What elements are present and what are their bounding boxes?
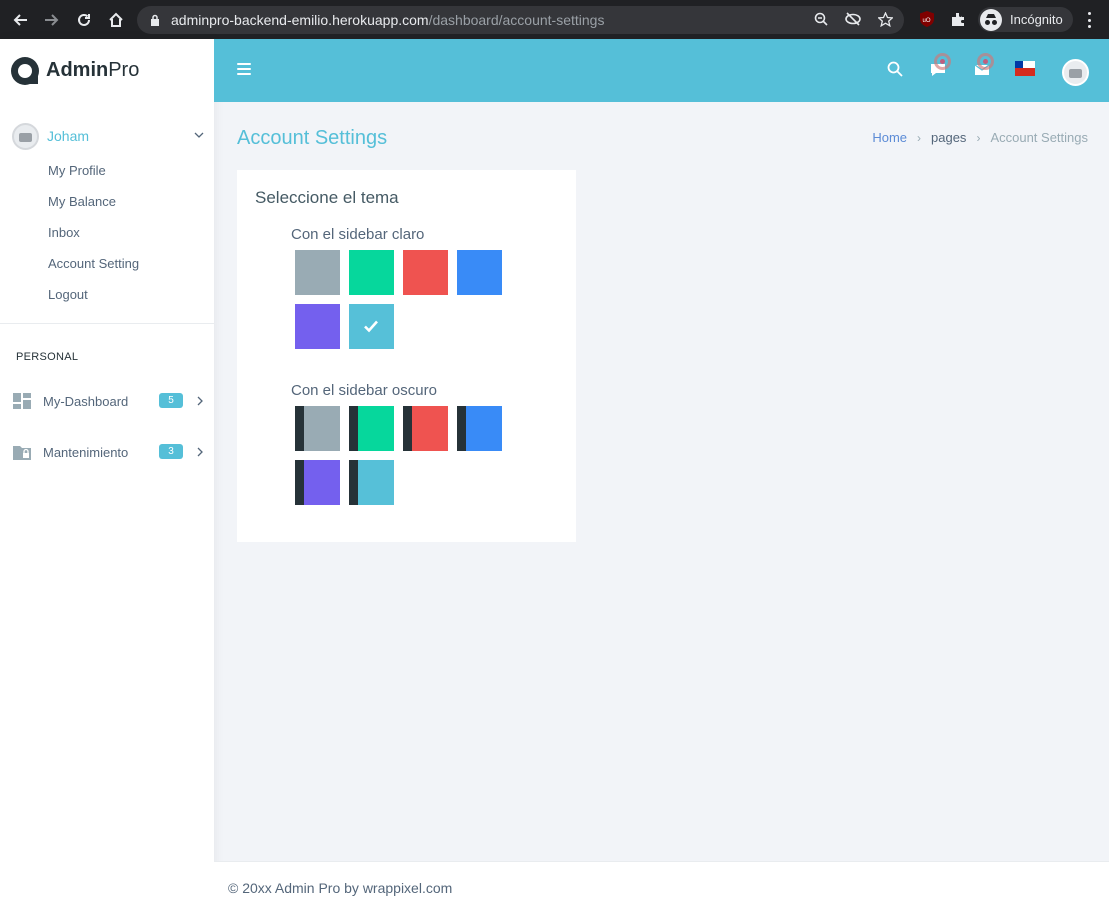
sidebar-item-badge: 3 — [159, 444, 183, 459]
theme-swatch-default-dark[interactable] — [295, 406, 340, 451]
sidebar-item-label: Mantenimiento — [43, 444, 129, 460]
sidebar-item-label: My-Dashboard — [43, 393, 129, 409]
dark-sidebar-stripe — [349, 406, 358, 451]
star-icon[interactable] — [876, 10, 894, 28]
url-text: adminpro-backend-emilio.herokuapp.com/da… — [171, 12, 605, 28]
user-menu: My Profile My Balance Inbox Account Sett… — [48, 163, 139, 318]
menu-icon[interactable] — [237, 63, 251, 75]
browser-menu-icon[interactable] — [1083, 10, 1095, 30]
avatar[interactable] — [1062, 59, 1089, 86]
chevron-right-icon — [197, 447, 203, 457]
theme-swatch-green[interactable] — [349, 250, 394, 295]
logo-icon — [11, 56, 39, 85]
theme-swatch-megna-dark[interactable] — [349, 460, 394, 505]
check-icon — [364, 320, 378, 333]
dashboard-icon — [13, 393, 31, 409]
chile-flag-icon[interactable] — [1015, 61, 1035, 76]
notification-indicator — [977, 53, 994, 70]
sidebar: AdminPro Joham My Profile My Balance Inb… — [0, 39, 214, 912]
theme-swatch-purple[interactable] — [295, 304, 340, 349]
chevron-right-icon: › — [976, 130, 981, 145]
user-menu-inbox[interactable]: Inbox — [48, 225, 139, 256]
theme-swatch-red[interactable] — [403, 250, 448, 295]
theme-swatch-green-dark[interactable] — [349, 406, 394, 451]
theme-swatch-blue-dark[interactable] — [457, 406, 502, 451]
theme-swatch-megna[interactable] — [349, 304, 394, 349]
reload-icon[interactable] — [72, 8, 96, 32]
sidebar-item-my-dashboard[interactable]: My-Dashboard 5 — [12, 389, 204, 413]
theme-swatch-red-dark[interactable] — [403, 406, 448, 451]
user-menu-account-setting[interactable]: Account Setting — [48, 256, 139, 287]
incognito-badge[interactable]: Incógnito — [978, 7, 1073, 32]
theme-swatch-default[interactable] — [295, 250, 340, 295]
incognito-label: Incógnito — [1010, 12, 1063, 27]
breadcrumb: Home › pages › Account Settings — [872, 130, 1088, 145]
footer: © 20xx Admin Pro by wrappixel.com — [214, 861, 1109, 912]
extensions-icon[interactable] — [948, 9, 968, 29]
breadcrumb-pages[interactable]: pages — [931, 130, 966, 145]
svg-text:uO: uO — [923, 18, 931, 24]
back-icon[interactable] — [8, 8, 32, 32]
user-menu-my-balance[interactable]: My Balance — [48, 194, 139, 225]
sidebar-item-mantenimiento[interactable]: Mantenimiento 3 — [12, 440, 204, 464]
chevron-right-icon — [197, 396, 203, 406]
folder-lock-icon — [13, 446, 31, 460]
breadcrumb-current: Account Settings — [990, 130, 1088, 145]
search-icon[interactable] — [884, 58, 906, 80]
home-icon[interactable] — [104, 8, 128, 32]
eye-off-icon[interactable] — [844, 10, 862, 28]
incognito-icon — [980, 8, 1002, 31]
dark-sidebar-stripe — [295, 460, 304, 505]
dark-sidebar-stripe — [457, 406, 466, 451]
dark-sidebar-stripe — [295, 406, 304, 451]
lock-icon — [151, 14, 159, 26]
user-avatar — [12, 122, 39, 150]
topbar — [214, 39, 1109, 102]
ublock-icon[interactable]: uO — [917, 9, 937, 29]
user-menu-logout[interactable]: Logout — [48, 287, 139, 318]
theme-swatch-purple-dark[interactable] — [295, 460, 340, 505]
footer-text: © 20xx Admin Pro by wrappixel.com — [228, 880, 453, 896]
notification-indicator — [934, 53, 951, 70]
chevron-right-icon: › — [917, 130, 922, 145]
browser-toolbar: adminpro-backend-emilio.herokuapp.com/da… — [0, 0, 1109, 39]
sidebar-item-badge: 5 — [159, 393, 183, 408]
theme-swatch-blue[interactable] — [457, 250, 502, 295]
page-title: Account Settings — [237, 127, 388, 149]
zoom-icon[interactable] — [812, 10, 830, 28]
logo-text: AdminPro — [46, 59, 140, 81]
light-sidebar-label: Con el sidebar claro — [291, 226, 425, 243]
dark-sidebar-label: Con el sidebar oscuro — [291, 382, 437, 399]
dark-sidebar-stripe — [349, 460, 358, 505]
user-menu-my-profile[interactable]: My Profile — [48, 163, 139, 194]
breadcrumb-home[interactable]: Home — [872, 130, 907, 145]
address-bar[interactable]: adminpro-backend-emilio.herokuapp.com/da… — [137, 6, 904, 34]
logo[interactable]: AdminPro — [0, 39, 214, 102]
chevron-down-icon — [194, 132, 204, 138]
sidebar-section-label: PERSONAL — [16, 351, 79, 363]
theme-selector-card: Seleccione el tema Con el sidebar claro … — [237, 170, 576, 542]
user-profile-toggle[interactable]: Joham — [12, 121, 204, 151]
card-title: Seleccione el tema — [255, 188, 399, 207]
forward-icon[interactable] — [40, 8, 64, 32]
dark-sidebar-stripe — [403, 406, 412, 451]
sidebar-divider — [0, 323, 214, 324]
user-name: Joham — [47, 128, 90, 144]
